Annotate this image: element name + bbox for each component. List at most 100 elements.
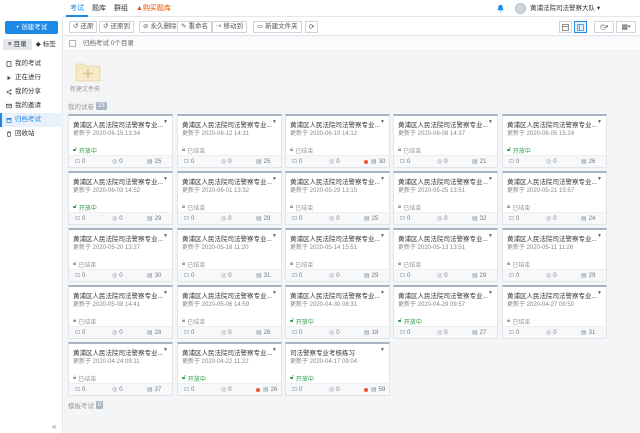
card-view-icon [577,23,584,31]
exam-card-stats: ⊡ 0 ◎ 0 ▤ 24 [503,212,606,224]
card-menu-caret-icon[interactable]: ▼ [272,290,277,296]
card-menu-caret-icon[interactable]: ▼ [380,290,385,296]
nav-tab-exam[interactable]: 考试 [66,0,88,17]
exam-card[interactable]: 黄浦区人民法院司法警察专业... ▼ 更新于 2020-06-08 14:37 🔒︎ 已… [393,114,498,168]
bell-icon[interactable] [496,4,505,13]
create-exam-button[interactable]: + 创建考试 [5,21,58,34]
user-box-icon: ⊡ [75,216,81,222]
stat-participants: ⊡ 0 [184,386,194,394]
user-name[interactable]: 黄浦法院司法警察大队 ▾ [530,0,600,17]
card-menu-caret-icon[interactable]: ▼ [163,176,168,182]
card-menu-caret-icon[interactable]: ▼ [272,176,277,182]
exam-card[interactable]: 黄浦区人民法院司法警察专业... ▼ 更新于 2020-04-29 09:57 🔓︎ 开… [393,285,498,339]
exam-card-stats: ⊡ 0 ◎ 0 ▤ 28 [69,326,172,338]
card-menu-caret-icon[interactable]: ▼ [380,233,385,239]
avatar[interactable] [515,3,526,14]
select-all-checkbox[interactable] [69,40,76,47]
card-menu-caret-icon[interactable]: ▼ [163,233,168,239]
view-grid-button[interactable] [574,21,587,33]
exam-card[interactable]: 黄浦区人民法院司法警察专业... ▼ 更新于 2020-04-24 09:11 🔒︎ 已… [68,342,173,396]
collapse-sidebar-icon[interactable]: « [52,422,56,431]
stat-questions: ▤ 28 [147,329,161,337]
nav-tab-buy-bank[interactable]: ▲购买题库 [132,0,175,17]
tab-catalog[interactable]: ≡ 目录 [3,39,32,50]
exam-card-stats: ⊡ 0 ◎ 0 ▤ 29 [503,269,606,281]
exam-card[interactable]: 黄浦区人民法院司法警察专业... ▼ 更新于 2020-05-25 13:51 🔒︎ 已… [393,171,498,225]
exam-card[interactable]: 黄浦区人民法院司法警察专业... ▼ 更新于 2020-06-03 14:52 🔓︎ 开… [68,171,173,225]
tab-tags[interactable]: ◆ 标签 [32,39,61,50]
stat-questions: ▤ 18 [364,329,378,337]
new-folder-icon[interactable] [75,60,101,82]
exam-card[interactable]: 黄浦区人民法院司法警察专业... ▼ 更新于 2020-04-27 09:50 🔒︎ 已… [502,285,607,339]
restore-button[interactable]: ↺ 还原 [69,21,98,33]
refresh-button[interactable]: ⟳ [305,21,318,33]
exam-card[interactable]: 黄浦区人民法院司法警察专业... ▼ 更新于 2020-05-06 14:59 🔒︎ 已… [177,285,282,339]
exam-card[interactable]: 黄浦区人民法院司法警察专业... ▼ 更新于 2020-06-01 13:32 🔒︎ 已… [177,171,282,225]
card-menu-caret-icon[interactable]: ▼ [597,233,602,239]
circle-icon: ◎ [437,330,443,336]
exam-card[interactable]: 司法警察专业考核练习 ▼ 更新于 2020-04-17 09:04 🔓︎ 开放中 ⊡ 0 ◎ 0… [285,342,390,396]
exam-card[interactable]: 黄浦区人民法院司法警察专业... ▼ 更新于 2020-06-05 15:24 🔓︎ 开… [502,114,607,168]
card-menu-caret-icon[interactable]: ▼ [597,290,602,296]
card-menu-caret-icon[interactable]: ▼ [380,176,385,182]
sidebar-item-in-progress[interactable]: 正在进行 [0,71,63,85]
exam-card[interactable]: 黄浦区人民法院司法警察专业... ▼ 更新于 2020-05-13 13:51 🔒︎ 已… [393,228,498,282]
card-menu-caret-icon[interactable]: ▼ [272,119,277,125]
exam-card[interactable]: 黄浦区人民法院司法警察专业... ▼ 更新于 2020-05-29 13:15 🔒︎ 已… [285,171,390,225]
user-name-label: 黄浦法院司法警察大队 [530,5,595,12]
sidebar-item-my-shares[interactable]: 我的分享 [0,85,63,99]
sort-dropdown[interactable]: ◷ ▾ [594,21,614,33]
card-menu-caret-icon[interactable]: ▼ [272,347,277,353]
exam-card[interactable]: 黄浦区人民法院司法警察专业... ▼ 更新于 2020-04-30 08:31 🔓︎ 开… [285,285,390,339]
exam-card[interactable]: 黄浦区人民法院司法警察专业... ▼ 更新于 2020-06-15 13:34 🔓︎ 开… [68,114,173,168]
exam-card[interactable]: 黄浦区人民法院司法警察专业... ▼ 更新于 2020-05-21 15:57 🔒︎ 已… [502,171,607,225]
exam-card[interactable]: 黄浦区人民法院司法警察专业... ▼ 更新于 2020-05-08 14:41 🔒︎ 已… [68,285,173,339]
lock-icon: 🔒︎ [73,375,77,381]
layout-dropdown[interactable]: ▦ ▾ [616,21,636,33]
stat-participants-value: 0 [82,158,86,165]
nav-tab-groups[interactable]: 群组 [110,0,132,17]
card-menu-caret-icon[interactable]: ▼ [163,119,168,125]
card-menu-caret-icon[interactable]: ▼ [272,233,277,239]
nav-tab-question-bank[interactable]: 题库 [88,0,110,17]
stat-in-progress: ◎ 0 [112,329,123,337]
exam-card[interactable]: 黄浦区人民法院司法警察专业... ▼ 更新于 2020-05-11 11:26 🔒︎ 已… [502,228,607,282]
card-menu-caret-icon[interactable]: ▼ [380,347,385,353]
exam-card[interactable]: 黄浦区人民法院司法警察专业... ▼ 更新于 2020-05-20 13:27 🔒︎ 已… [68,228,173,282]
sidebar-item-recycle-bin[interactable]: 回收站 [0,127,63,141]
restore-to-button[interactable]: ↺ 还原到 [99,21,134,33]
sidebar-item-my-exams[interactable]: 我的考试 [0,57,63,71]
stat-participants: ⊡ 0 [75,158,86,166]
card-menu-caret-icon[interactable]: ▼ [488,176,493,182]
card-menu-caret-icon[interactable]: ▼ [163,347,168,353]
stat-questions: ▤ 31 [256,272,270,280]
user-box-icon: ⊡ [292,330,298,336]
card-menu-caret-icon[interactable]: ▼ [488,290,493,296]
card-menu-caret-icon[interactable]: ▼ [380,119,385,125]
card-menu-caret-icon[interactable]: ▼ [597,176,602,182]
sidebar-item-my-invites[interactable]: 我的邀请 [0,99,63,113]
exam-card[interactable]: 黄浦区人民法院司法警察专业... ▼ 更新于 2020-06-10 14:12 🔒︎ 已… [285,114,390,168]
delete-permanently-button-label: 永久删除 [150,23,177,30]
lock-icon: 🔒︎ [507,261,511,267]
user-box-icon: ⊡ [400,330,406,336]
rename-button[interactable]: ✎ 重命名 [177,21,212,33]
card-menu-caret-icon[interactable]: ▼ [488,233,493,239]
exam-card[interactable]: 黄浦区人民法院司法警察专业... ▼ 更新于 2020-04-22 11:22 🔓︎ 开… [177,342,282,396]
card-menu-caret-icon[interactable]: ▼ [488,119,493,125]
card-menu-caret-icon[interactable]: ▼ [163,290,168,296]
new-folder-button[interactable]: ▭ 新建文件夹 [253,21,302,33]
status-text: 开放中 [295,377,314,383]
view-list-button[interactable] [559,21,572,33]
sidebar-item-archived[interactable]: 归档考试 [0,113,63,127]
stat-participants: ⊡ 0 [184,215,194,223]
exam-card[interactable]: 黄浦区人民法院司法警察专业... ▼ 更新于 2020-05-18 11:20 🔒︎ 已… [177,228,282,282]
delete-permanently-button[interactable]: ⊘ 永久删除 [139,21,181,33]
move-to-button[interactable]: ⇢ 移动到 [212,21,247,33]
stat-in-progress-value: 0 [119,272,123,279]
exam-card[interactable]: 黄浦区人民法院司法警察专业... ▼ 更新于 2020-06-12 14:31 🔒︎ 已… [177,114,282,168]
exam-card[interactable]: 黄浦区人民法院司法警察专业... ▼ 更新于 2020-05-14 15:51 🔒︎ 已… [285,228,390,282]
stat-in-progress: ◎ 0 [112,158,123,166]
card-menu-caret-icon[interactable]: ▼ [597,119,602,125]
user-box-icon: ⊡ [292,387,298,393]
